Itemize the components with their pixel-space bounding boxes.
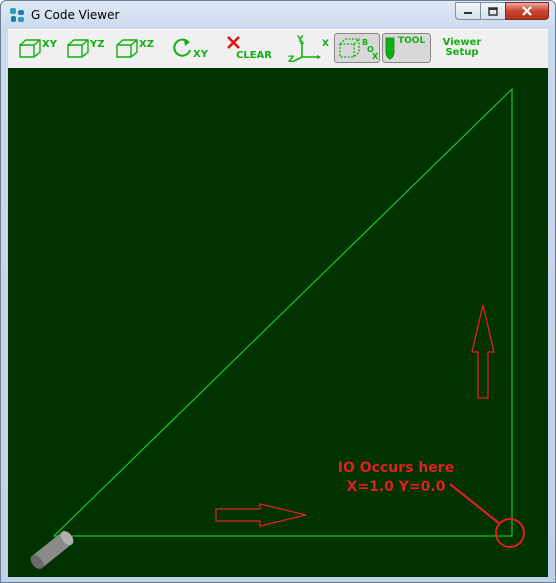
viewer-setup-label-line2: Setup <box>445 47 479 58</box>
view-xy-label: XY <box>42 38 57 50</box>
viewer-setup-button[interactable]: Viewer Setup <box>436 33 488 63</box>
toolpath-canvas <box>30 87 525 569</box>
maximize-button[interactable] <box>480 2 506 20</box>
rotate-xy-label: XY <box>193 48 208 60</box>
title-bar[interactable]: G Code Viewer <box>1 1 555 29</box>
rotate-icon <box>173 38 191 57</box>
cube-icon <box>116 39 138 58</box>
axes-icon: Y X Z <box>288 35 329 63</box>
gcode-viewport[interactable]: IO Occurs here X=1.0 Y=0.0 <box>8 68 548 577</box>
cube-icon <box>67 39 89 58</box>
bounding-box-button[interactable]: B O X <box>334 33 380 63</box>
io-annotation-line2: X=1.0 Y=0.0 <box>346 479 446 495</box>
view-xz-button[interactable]: XZ <box>115 33 159 63</box>
axis-x-label: X <box>322 39 329 49</box>
close-icon <box>522 6 532 16</box>
cube-icon <box>19 39 41 58</box>
maximize-icon <box>488 6 498 16</box>
io-location-circle <box>495 518 525 548</box>
tool-icon <box>385 37 395 60</box>
window-title: G Code Viewer <box>31 8 120 22</box>
tool-label: TOOL <box>398 36 426 46</box>
app-icon <box>10 8 24 22</box>
tool-cylinder <box>30 531 74 569</box>
show-axes-button[interactable]: Y X Z <box>286 33 330 63</box>
box-x-label: X <box>372 52 379 61</box>
view-yz-label: YZ <box>90 38 105 50</box>
minimize-icon <box>464 12 472 14</box>
clear-button[interactable]: CLEAR <box>226 33 276 63</box>
axis-y-label: Y <box>296 35 304 45</box>
g-code-viewer-window: G Code Viewer XY YZ XZ XY CLEAR Y X Z B … <box>0 0 556 583</box>
view-xz-label: XZ <box>139 38 154 50</box>
close-button[interactable] <box>505 2 549 20</box>
view-yz-button[interactable]: YZ <box>66 33 110 63</box>
bounding-box-icon: B O X <box>339 38 379 61</box>
rotate-xy-button[interactable]: XY <box>172 33 214 63</box>
minimize-button[interactable] <box>455 2 481 20</box>
arrow-right-annotation <box>215 503 307 527</box>
tool-button[interactable]: TOOL <box>382 33 431 63</box>
axis-z-label: Z <box>288 55 295 63</box>
io-annotation-line1: IO Occurs here <box>337 460 455 476</box>
toolbar: XY YZ XZ XY CLEAR Y X Z B O X TOOL Viewe… <box>8 29 548 68</box>
view-xy-button[interactable]: XY <box>18 33 62 63</box>
clear-label: CLEAR <box>236 49 272 61</box>
arrow-up-annotation <box>471 304 495 399</box>
io-annotation: IO Occurs here X=1.0 Y=0.0 <box>326 459 466 497</box>
